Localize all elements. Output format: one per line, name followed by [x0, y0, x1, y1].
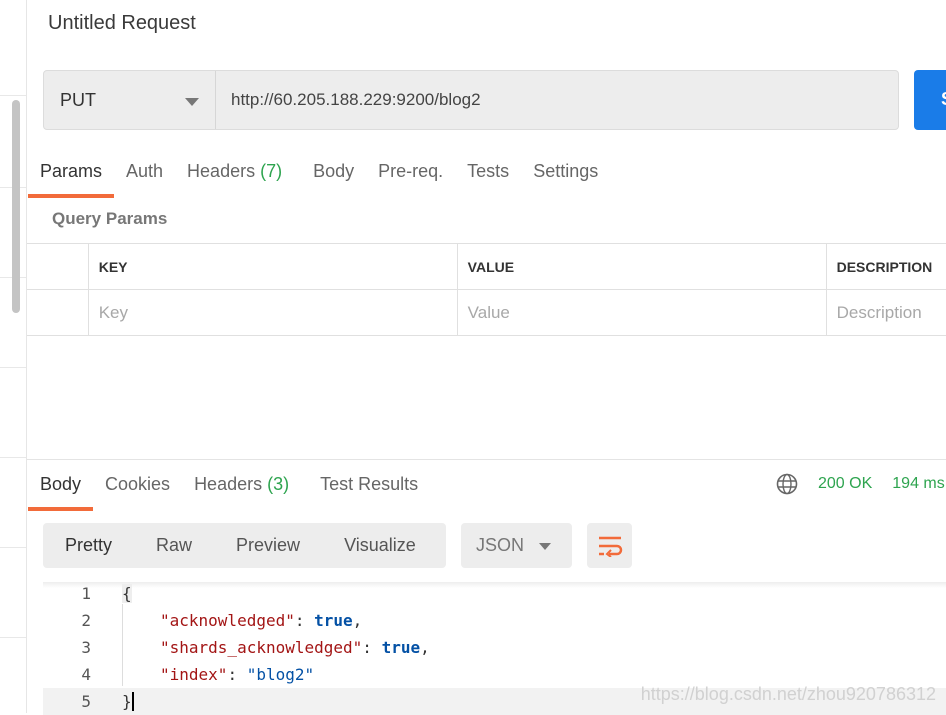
table-row: Key Value Description — [27, 290, 946, 336]
tab-headers[interactable]: Headers (7) — [187, 161, 282, 194]
tab-params[interactable]: Params — [27, 161, 115, 198]
key-input[interactable]: Key — [89, 290, 458, 335]
view-raw[interactable]: Raw — [134, 535, 214, 556]
tab-cookies[interactable]: Cookies — [105, 474, 170, 507]
sidebar-scrollbar[interactable] — [12, 100, 20, 313]
response-tabs: Body Cookies Headers (3) Test Results — [27, 474, 442, 511]
format-value: JSON — [476, 535, 525, 555]
code-line: 1{ — [43, 580, 946, 607]
globe-icon[interactable] — [776, 473, 798, 495]
line-number: 5 — [81, 692, 91, 711]
json-value: "blog2" — [246, 665, 315, 684]
chevron-down-icon — [185, 98, 199, 106]
tab-response-body[interactable]: Body — [27, 474, 94, 511]
json-value: true — [381, 638, 421, 657]
request-title[interactable]: Untitled Request — [48, 12, 196, 35]
value-input[interactable]: Value — [458, 290, 827, 335]
watermark: https://blog.csdn.net/zhou920786312 — [640, 684, 936, 704]
key-header: KEY — [89, 244, 458, 289]
indent-guide — [122, 604, 123, 686]
request-tabs: Params Auth Headers (7) Body Pre-req. Te… — [27, 161, 622, 198]
json-key: "index" — [160, 665, 228, 684]
response-status: 200 OK 194 ms — [776, 473, 945, 495]
tab-auth[interactable]: Auth — [126, 161, 163, 194]
tab-prereq[interactable]: Pre-req. — [378, 161, 443, 194]
json-value: true — [314, 611, 353, 630]
url-bar: PUT http://60.205.188.229:9200/blog2 — [43, 70, 899, 130]
json-key: "shards_acknowledged" — [160, 638, 363, 657]
format-select[interactable]: JSON — [461, 523, 572, 568]
headers-count: (7) — [260, 161, 283, 181]
description-header: DESCRIPTION — [836, 258, 933, 275]
wrap-icon — [598, 536, 622, 557]
send-button[interactable]: S — [914, 70, 946, 130]
line-number: 4 — [81, 665, 91, 684]
tab-response-headers[interactable]: Headers (3) — [194, 474, 289, 507]
line-number: 2 — [81, 611, 91, 630]
line-number: 1 — [81, 584, 91, 603]
tab-tests[interactable]: Tests — [467, 161, 509, 194]
headers-count: (3) — [267, 474, 290, 494]
view-preview[interactable]: Preview — [214, 535, 322, 556]
tab-settings[interactable]: Settings — [533, 161, 598, 194]
method-select[interactable]: PUT — [44, 71, 216, 129]
code-line: 2 "acknowledged": true, — [43, 607, 946, 634]
view-mode-toggle: Pretty Raw Preview Visualize — [43, 523, 446, 568]
query-params-title: Query Params — [52, 209, 168, 228]
response-time[interactable]: 194 ms — [892, 475, 944, 493]
tab-label: Headers — [194, 474, 263, 494]
view-visualize[interactable]: Visualize — [322, 535, 438, 556]
code-text: { — [122, 584, 132, 603]
divider — [27, 459, 946, 460]
status-code[interactable]: 200 OK — [818, 475, 872, 493]
url-input[interactable]: http://60.205.188.229:9200/blog2 — [216, 90, 481, 110]
description-input[interactable]: Description — [827, 290, 946, 335]
chevron-down-icon — [539, 543, 551, 550]
tab-body[interactable]: Body — [313, 161, 354, 194]
params-table: KEY VALUE DESCRIPTION Key Value Descript… — [27, 243, 946, 336]
tab-test-results[interactable]: Test Results — [320, 474, 418, 507]
sidebar — [0, 0, 27, 713]
wrap-lines-button[interactable] — [587, 523, 632, 568]
json-key: "acknowledged" — [160, 611, 295, 630]
method-value: PUT — [60, 89, 96, 110]
code-text: } — [122, 692, 134, 711]
tab-label: Headers — [187, 161, 256, 181]
view-pretty[interactable]: Pretty — [43, 535, 134, 556]
value-header: VALUE — [458, 244, 827, 289]
line-number: 3 — [81, 638, 91, 657]
table-header-row: KEY VALUE DESCRIPTION — [27, 244, 946, 290]
code-line: 3 "shards_acknowledged": true, — [43, 634, 946, 661]
